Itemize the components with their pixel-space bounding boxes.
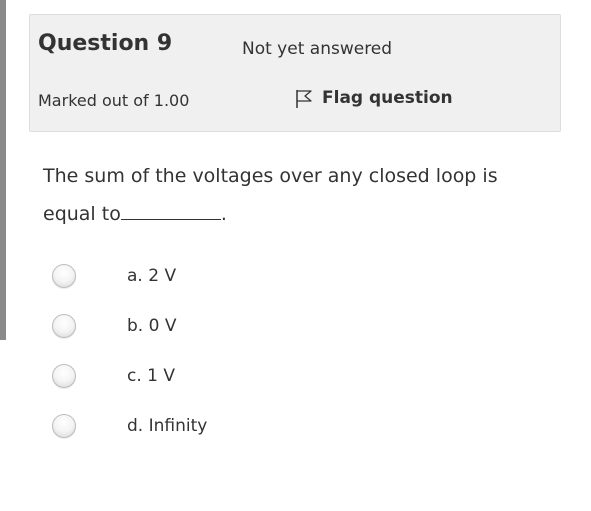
question-title: Question 9 [38, 31, 173, 56]
question-grade: Marked out of 1.00 [38, 91, 190, 110]
radio-button[interactable] [52, 264, 76, 288]
question-text-before: The sum of the voltages over any closed … [43, 165, 498, 225]
option-d[interactable]: d. Infinity [52, 414, 207, 438]
question-text-after: . [220, 203, 227, 225]
option-c[interactable]: c. 1 V [52, 364, 175, 388]
option-label: a. 2 V [127, 266, 177, 286]
option-label: b. 0 V [127, 316, 177, 336]
question-info-panel: Question 9 Not yet answered Marked out o… [29, 14, 561, 132]
radio-button[interactable] [52, 364, 76, 388]
question-page: Question 9 Not yet answered Marked out o… [0, 0, 591, 511]
left-border [0, 0, 6, 340]
option-b[interactable]: b. 0 V [52, 314, 176, 338]
flag-icon [296, 90, 312, 108]
option-label: c. 1 V [127, 366, 176, 386]
question-state: Not yet answered [242, 39, 393, 59]
question-text: The sum of the voltages over any closed … [43, 157, 543, 233]
radio-button[interactable] [52, 414, 76, 438]
option-a[interactable]: a. 2 V [52, 264, 176, 288]
answer-blank [120, 202, 221, 220]
flag-question-button[interactable]: Flag question [294, 87, 453, 109]
radio-button[interactable] [52, 314, 76, 338]
flag-question-label: Flag question [322, 88, 453, 108]
option-label: d. Infinity [127, 416, 208, 436]
